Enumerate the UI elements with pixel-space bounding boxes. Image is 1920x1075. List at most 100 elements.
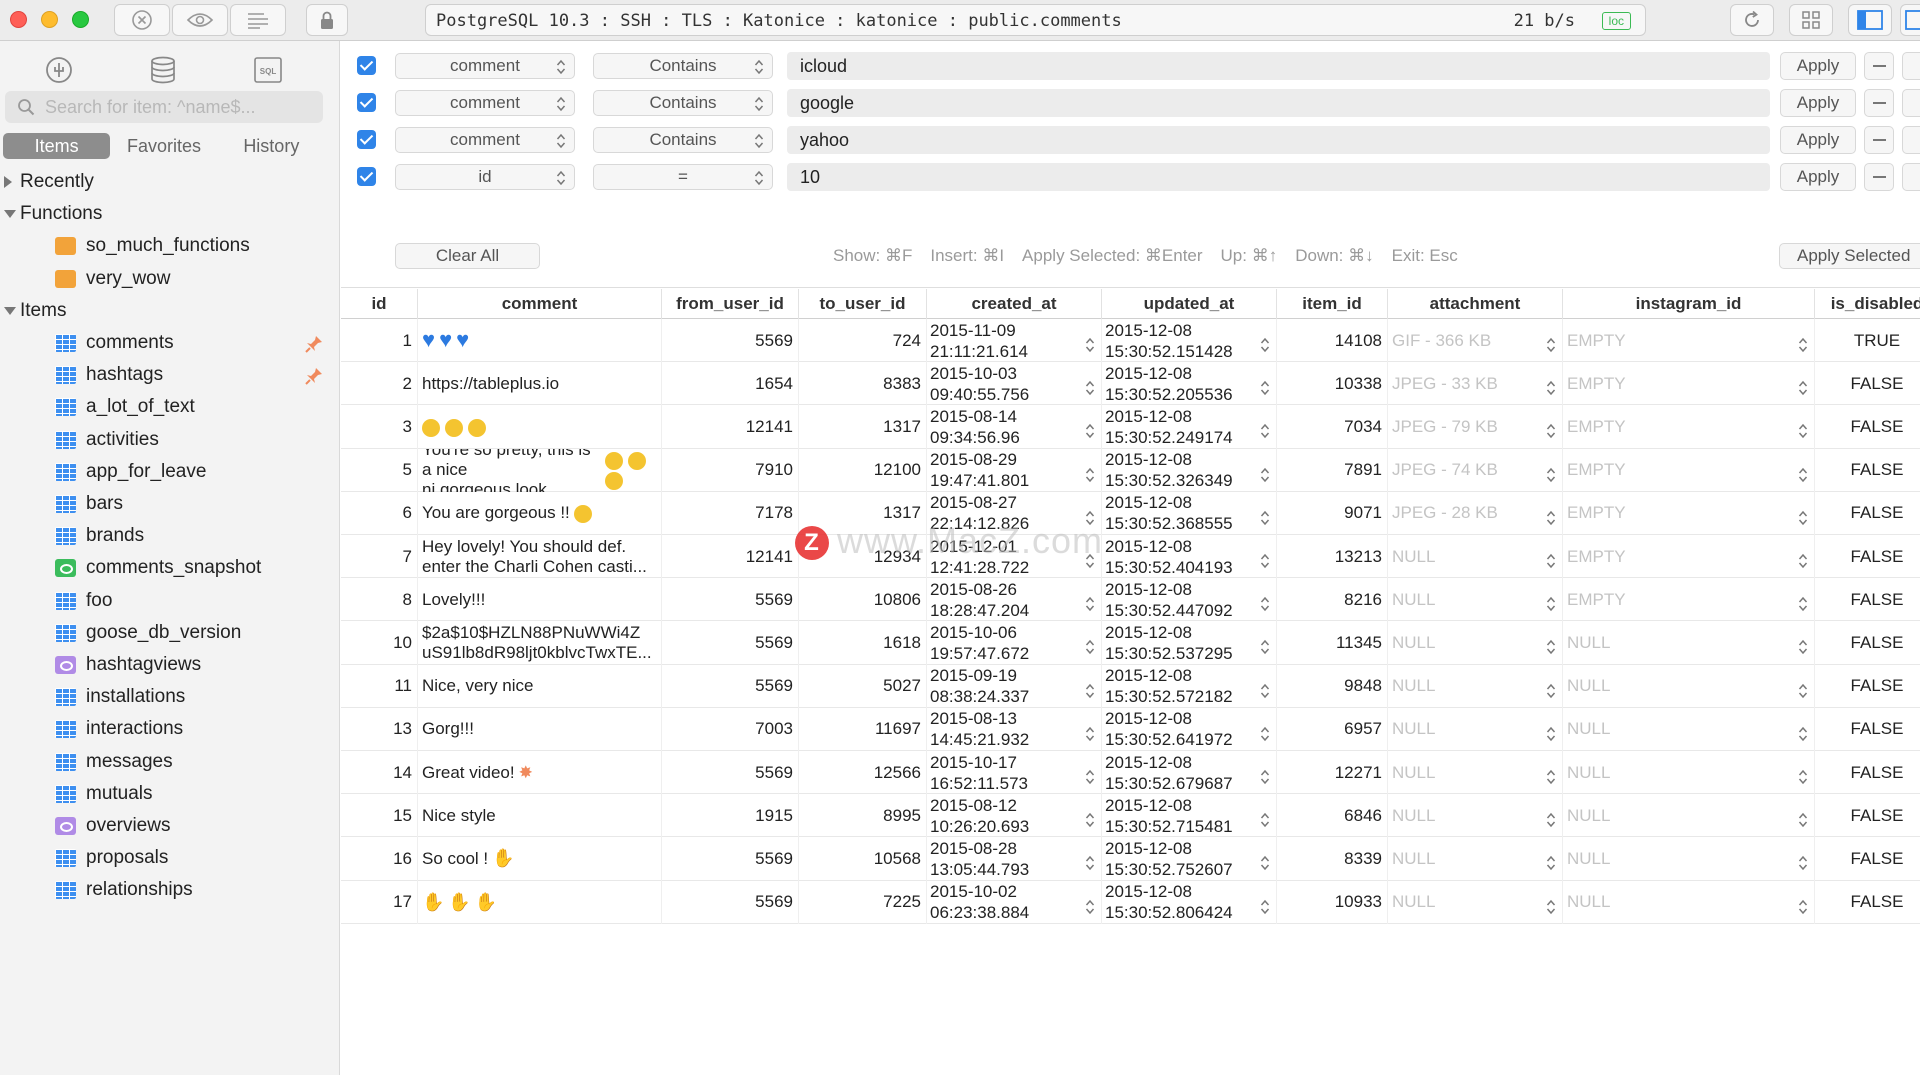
column-header-updated-at[interactable]: updated_at bbox=[1102, 289, 1277, 319]
cell-id[interactable]: 17 bbox=[341, 880, 418, 924]
cell-from-user-id[interactable]: 1654 bbox=[662, 362, 799, 406]
sidebar-item-activities[interactable]: activities bbox=[0, 424, 340, 456]
cell-instagram-id[interactable]: EMPTY bbox=[1563, 448, 1815, 492]
clear-all-button[interactable]: Clear All bbox=[395, 243, 540, 269]
filter-apply-button[interactable]: Apply bbox=[1780, 126, 1856, 154]
sidebar-item-brands[interactable]: brands bbox=[0, 520, 340, 552]
sql-editor-button[interactable]: SQL bbox=[253, 55, 283, 85]
cell-is-disabled[interactable]: FALSE bbox=[1815, 492, 1920, 535]
sidebar-item-proposals[interactable]: proposals bbox=[0, 842, 340, 874]
filter-operator-select[interactable]: Contains bbox=[593, 53, 773, 79]
cell-comment[interactable]: You are gorgeous !! bbox=[418, 491, 662, 535]
table-row[interactable]: 15 Nice style 1915 8995 2015-08-12 10:26:20.… bbox=[341, 794, 1920, 838]
cell-comment[interactable]: Gorg!!! bbox=[418, 707, 662, 751]
cell-to-user-id[interactable]: 8383 bbox=[799, 362, 927, 406]
table-row[interactable]: 10 $2a$10$HZLN88PNuWWi4Z uS91lb8dR98ljt0k… bbox=[341, 621, 1920, 665]
cell-attachment[interactable]: NULL bbox=[1388, 794, 1563, 838]
cell-item-id[interactable]: 6957 bbox=[1277, 707, 1388, 751]
cell-updated-at[interactable]: 2015-12-08 15:30:52.205536 bbox=[1102, 362, 1277, 406]
sidebar-group-functions[interactable]: Functions bbox=[0, 198, 340, 230]
column-header-created-at[interactable]: created_at bbox=[927, 289, 1102, 319]
disclosure-triangle-icon[interactable] bbox=[4, 306, 16, 315]
cell-item-id[interactable]: 9848 bbox=[1277, 664, 1388, 708]
cell-attachment[interactable]: GIF - 366 KB bbox=[1388, 319, 1563, 363]
column-header-comment[interactable]: comment bbox=[418, 289, 662, 319]
cell-comment[interactable] bbox=[418, 405, 662, 449]
safe-mode-button[interactable] bbox=[306, 4, 348, 36]
cell-updated-at[interactable]: 2015-12-08 15:30:52.151428 bbox=[1102, 319, 1277, 363]
filter-operator-select[interactable]: = bbox=[593, 164, 773, 190]
sidebar-item-messages[interactable]: messages bbox=[0, 746, 340, 778]
cell-instagram-id[interactable]: EMPTY bbox=[1563, 535, 1815, 579]
cell-updated-at[interactable]: 2015-12-08 15:30:52.404193 bbox=[1102, 535, 1277, 579]
remove-filter-button[interactable] bbox=[1864, 89, 1894, 117]
sidebar-item-a-lot-of-text[interactable]: a_lot_of_text bbox=[0, 391, 340, 423]
cell-updated-at[interactable]: 2015-12-08 15:30:52.447092 bbox=[1102, 578, 1277, 622]
table-row[interactable]: 3 12141 1317 2015-08-14 09:34:56.96 2015-12-… bbox=[341, 405, 1920, 449]
pin-icon-wrap[interactable] bbox=[304, 366, 324, 392]
cell-item-id[interactable]: 7034 bbox=[1277, 405, 1388, 449]
sidebar-item-bars[interactable]: bars bbox=[0, 488, 340, 520]
cell-attachment[interactable]: JPEG - 74 KB bbox=[1388, 448, 1563, 492]
cell-is-disabled[interactable]: FALSE bbox=[1815, 535, 1920, 578]
column-header-to-user-id[interactable]: to_user_id bbox=[799, 289, 927, 319]
cell-id[interactable]: 8 bbox=[341, 578, 418, 622]
column-header-id[interactable]: id bbox=[341, 289, 418, 319]
cell-attachment[interactable]: JPEG - 28 KB bbox=[1388, 491, 1563, 535]
remove-filter-button[interactable] bbox=[1864, 52, 1894, 80]
cell-from-user-id[interactable]: 5569 bbox=[662, 578, 799, 622]
minimize-window-button[interactable] bbox=[41, 11, 58, 28]
sidebar-item-foo[interactable]: foo bbox=[0, 585, 340, 617]
filter-enabled-checkbox[interactable] bbox=[357, 56, 376, 75]
cell-from-user-id[interactable]: 5569 bbox=[662, 837, 799, 881]
cell-updated-at[interactable]: 2015-12-08 15:30:52.641972 bbox=[1102, 707, 1277, 751]
cell-attachment[interactable]: NULL bbox=[1388, 664, 1563, 708]
cell-id[interactable]: 10 bbox=[341, 621, 418, 665]
cell-id[interactable]: 7 bbox=[341, 535, 418, 579]
cell-comment[interactable]: So cool ! ✋ bbox=[418, 837, 662, 881]
cell-id[interactable]: 15 bbox=[341, 794, 418, 838]
cell-is-disabled[interactable]: FALSE bbox=[1815, 837, 1920, 880]
cell-item-id[interactable]: 13213 bbox=[1277, 535, 1388, 579]
cell-comment[interactable]: Great video! ✸ bbox=[418, 751, 662, 795]
cell-comment[interactable]: Hey lovely! You should def. enter the Ch… bbox=[418, 535, 662, 579]
segment-favorites[interactable]: Favorites bbox=[110, 133, 217, 159]
cell-updated-at[interactable]: 2015-12-08 15:30:52.572182 bbox=[1102, 664, 1277, 708]
cell-attachment[interactable]: NULL bbox=[1388, 751, 1563, 795]
filter-enabled-checkbox[interactable] bbox=[357, 167, 376, 186]
filter-column-select[interactable]: comment bbox=[395, 90, 575, 116]
cell-updated-at[interactable]: 2015-12-08 15:30:52.752607 bbox=[1102, 837, 1277, 881]
cell-created-at[interactable]: 2015-08-12 10:26:20.693 bbox=[927, 794, 1102, 838]
column-header-attachment[interactable]: attachment bbox=[1388, 289, 1563, 319]
cell-created-at[interactable]: 2015-09-19 08:38:24.337 bbox=[927, 664, 1102, 708]
remove-filter-button[interactable] bbox=[1864, 163, 1894, 191]
filter-apply-button[interactable]: Apply bbox=[1780, 89, 1856, 117]
cell-id[interactable]: 13 bbox=[341, 707, 418, 751]
sidebar-item-relationships[interactable]: relationships bbox=[0, 874, 340, 906]
cell-id[interactable]: 1 bbox=[341, 319, 418, 363]
cell-from-user-id[interactable]: 12141 bbox=[662, 405, 799, 449]
filter-apply-button[interactable]: Apply bbox=[1780, 52, 1856, 80]
cell-created-at[interactable]: 2015-08-14 09:34:56.96 bbox=[927, 405, 1102, 449]
cell-comment[interactable]: ♥ ♥ ♥ bbox=[418, 319, 662, 363]
sidebar-item-interactions[interactable]: interactions bbox=[0, 713, 340, 745]
pin-icon-wrap[interactable] bbox=[304, 334, 324, 360]
cell-comment[interactable]: https://tableplus.io bbox=[418, 362, 662, 406]
cell-updated-at[interactable]: 2015-12-08 15:30:52.368555 bbox=[1102, 491, 1277, 535]
apply-selected-button[interactable]: Apply Selected bbox=[1779, 243, 1920, 269]
sidebar-item-overviews[interactable]: overviews bbox=[0, 810, 340, 842]
toggle-detail-button[interactable] bbox=[1900, 4, 1920, 36]
zoom-window-button[interactable] bbox=[72, 11, 89, 28]
sidebar-item-comments[interactable]: comments bbox=[0, 327, 340, 359]
cell-item-id[interactable]: 11345 bbox=[1277, 621, 1388, 665]
cell-item-id[interactable]: 8216 bbox=[1277, 578, 1388, 622]
sidebar-item-comments-snapshot[interactable]: comments_snapshot bbox=[0, 552, 340, 584]
filter-operator-select[interactable]: Contains bbox=[593, 127, 773, 153]
cell-item-id[interactable]: 7891 bbox=[1277, 448, 1388, 492]
sidebar-item-installations[interactable]: installations bbox=[0, 681, 340, 713]
cell-instagram-id[interactable]: NULL bbox=[1563, 751, 1815, 795]
sidebar-group-recently[interactable]: Recently bbox=[0, 166, 340, 198]
sidebar-item-very-wow[interactable]: very_wow bbox=[0, 263, 340, 295]
table-row[interactable]: 11 Nice, very nice 5569 5027 2015-09-19 08:3… bbox=[341, 664, 1920, 708]
sidebar-item-app-for-leave[interactable]: app_for_leave bbox=[0, 456, 340, 488]
